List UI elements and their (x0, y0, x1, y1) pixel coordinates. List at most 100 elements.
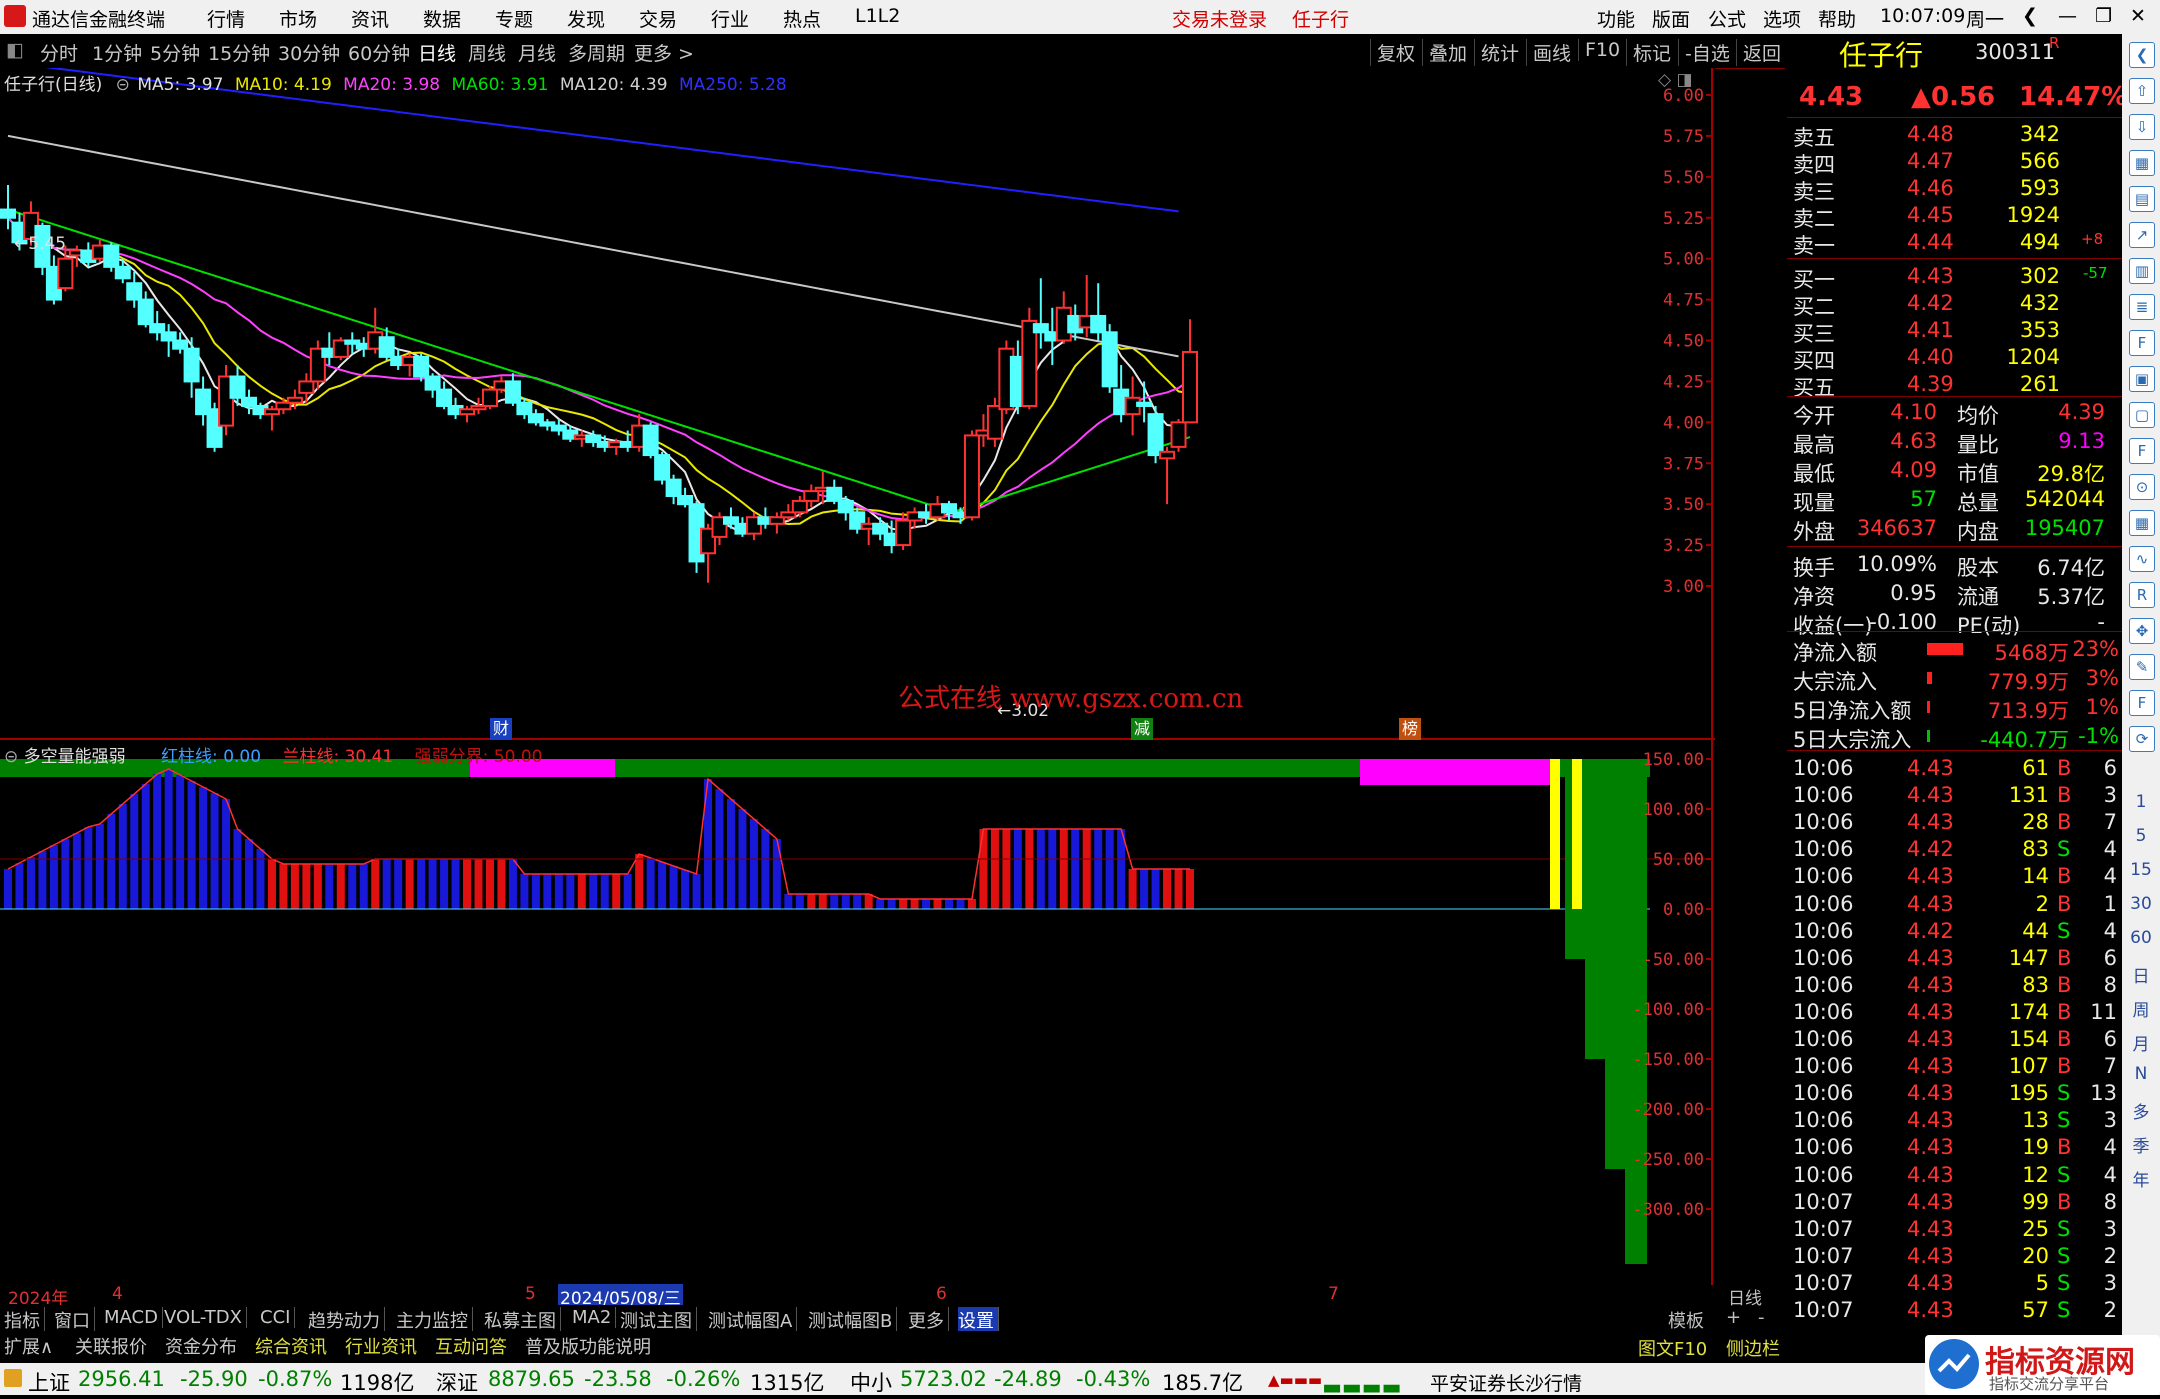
period-tab[interactable]: 5分钟 (150, 39, 200, 66)
indicator-tab[interactable]: MA2 (572, 1307, 617, 1328)
period-tab[interactable]: 分时 (40, 39, 78, 66)
pen-icon[interactable]: ✎ (2129, 654, 2155, 680)
side-period-label[interactable]: 15 (2122, 860, 2160, 880)
f2-icon[interactable]: F (2129, 438, 2155, 464)
restore-icon[interactable]: ❐ (2095, 5, 2112, 27)
news-icon[interactable]: ▢ (2129, 402, 2155, 428)
candlestick-chart[interactable]: 6.005.755.505.255.004.754.504.254.003.75… (0, 68, 1715, 740)
fs-icon[interactable]: F (2129, 690, 2155, 716)
indicator-tab[interactable]: 指标 (4, 1307, 45, 1333)
f10-button[interactable]: F10 (1578, 39, 1620, 61)
legend-toggle-icon[interactable]: ⊝ (116, 75, 130, 95)
period-tab[interactable]: 周线 (468, 39, 506, 66)
extension-tab[interactable]: 综合资讯 (255, 1333, 327, 1359)
menu-item[interactable]: 交易 (639, 5, 677, 32)
extension-tab[interactable]: 扩展∧ (4, 1333, 53, 1359)
extension-tab[interactable]: 资金分布 (165, 1333, 237, 1359)
side-period-label[interactable]: 多 (2122, 1098, 2160, 1123)
period-tab[interactable]: 月线 (518, 39, 556, 66)
overlay-button[interactable]: 叠加 (1422, 39, 1467, 66)
menu-item[interactable]: 行情 (207, 5, 245, 32)
indicator-chart[interactable]: 150.00 100.00 50.00 0.00 -50.00 -100.00 -150.0… (0, 740, 1715, 1285)
trend-icon[interactable]: ↗ (2129, 222, 2155, 248)
menu-help[interactable]: 帮助 (1818, 5, 1856, 32)
menu-function[interactable]: 功能 (1597, 5, 1635, 32)
menu-item[interactable]: L1L2 (855, 5, 900, 27)
indicator-tab[interactable]: 主力监控 (396, 1307, 473, 1333)
menu-options[interactable]: 选项 (1763, 5, 1801, 32)
indicator-tab[interactable]: 设置 (958, 1307, 999, 1333)
indicator-name[interactable]: 多空量能强弱 (24, 747, 126, 767)
table-icon[interactable]: ▤ (2129, 186, 2155, 212)
event-marker[interactable]: 榜 (1399, 718, 1421, 740)
period-tab-selected[interactable]: 日线 (418, 39, 456, 66)
menu-item[interactable]: 数据 (423, 5, 461, 32)
event-marker[interactable]: 财 (490, 718, 512, 740)
side-period-label[interactable]: 30 (2122, 894, 2160, 914)
extension-tab[interactable]: 互动问答 (435, 1333, 507, 1359)
menu-item[interactable]: 专题 (495, 5, 533, 32)
menu-item[interactable]: 热点 (783, 5, 821, 32)
period-tab[interactable]: 1分钟 (92, 39, 142, 66)
f10-icon[interactable]: F (2129, 330, 2155, 356)
down-icon[interactable]: ⇩ (2129, 114, 2155, 140)
candle-icon[interactable]: ▥ (2129, 258, 2155, 284)
sz-name[interactable]: 深证 (436, 1367, 478, 1397)
list-icon[interactable]: ≣ (2129, 294, 2155, 320)
wave-icon[interactable]: ∿ (2129, 546, 2155, 572)
indicator-tab[interactable]: 测试主图 (620, 1307, 697, 1333)
back-icon[interactable]: ❮ (2022, 5, 2038, 27)
side-period-label[interactable]: N (2122, 1064, 2160, 1084)
indicator-tab[interactable]: 测试幅图A (708, 1307, 798, 1333)
mark-button[interactable]: 标记 (1626, 39, 1671, 66)
indicator-tab[interactable]: 趋势动力 (308, 1307, 385, 1333)
indicator-tab[interactable]: MACD (104, 1307, 163, 1328)
extension-tab[interactable]: 关联报价 (75, 1333, 147, 1359)
more-periods[interactable]: 更多 > (634, 39, 694, 66)
indicator-toggle-icon[interactable]: ⊝ (4, 747, 18, 767)
close-icon[interactable]: ✕ (2130, 5, 2146, 27)
side-period-label[interactable]: 5 (2122, 826, 2160, 846)
sh-name[interactable]: 上证 (28, 1367, 70, 1397)
back-button[interactable]: 返回 (1736, 39, 1781, 66)
extension-tab[interactable]: 行业资讯 (345, 1333, 417, 1359)
indicator-tab[interactable]: CCI (260, 1307, 296, 1328)
side-period-label[interactable]: 1 (2122, 792, 2160, 812)
minimize-icon[interactable]: — (2058, 5, 2077, 27)
indicator-tab[interactable]: VOL-TDX (164, 1307, 247, 1328)
adjust-button[interactable]: 复权 (1370, 39, 1415, 66)
chart-tools-icon[interactable]: ◇ ◨ (1658, 70, 1693, 90)
side-period-label[interactable]: 年 (2122, 1166, 2160, 1191)
chart-icon[interactable]: ▦ (2129, 150, 2155, 176)
indicator-tab[interactable]: 私募主图 (484, 1307, 561, 1333)
side-period-label[interactable]: 月 (2122, 1030, 2160, 1055)
template-button[interactable]: 模板 (1668, 1307, 1704, 1333)
zoom-in-button[interactable]: + (1726, 1307, 1741, 1328)
menu-item[interactable]: 市场 (279, 5, 317, 32)
period-tab[interactable]: 15分钟 (208, 39, 270, 66)
indicator-tab[interactable]: 测试幅图B (808, 1307, 898, 1333)
side-period-label[interactable]: 季 (2122, 1132, 2160, 1157)
zx-name[interactable]: 中小 (850, 1367, 892, 1397)
info-icon[interactable]: ⊙ (2129, 474, 2155, 500)
back-icon[interactable]: ❮ (2129, 42, 2155, 68)
period-tab[interactable]: 多周期 (568, 39, 625, 66)
panel-toggle-icon[interactable]: ◧ (6, 39, 24, 61)
period-tab[interactable]: 60分钟 (348, 39, 410, 66)
menu-formula[interactable]: 公式 (1708, 5, 1746, 32)
remove-watch-button[interactable]: -自选 (1678, 39, 1730, 66)
indicator-tab[interactable]: 窗口 (54, 1307, 95, 1333)
side-period-label[interactable]: 周 (2122, 996, 2160, 1021)
side-period-label[interactable]: 日 (2122, 962, 2160, 987)
event-marker[interactable]: 减 (1131, 718, 1153, 740)
menu-layout[interactable]: 版面 (1652, 5, 1690, 32)
cross-icon[interactable]: ✥ (2129, 618, 2155, 644)
menu-item[interactable]: 资讯 (351, 5, 389, 32)
refresh-icon[interactable]: ⟳ (2129, 726, 2155, 752)
indicator-tab[interactable]: 更多 (908, 1307, 949, 1333)
stats-button[interactable]: 统计 (1474, 39, 1519, 66)
extension-tab[interactable]: 普及版功能说明 (525, 1333, 651, 1359)
period-tab[interactable]: 30分钟 (278, 39, 340, 66)
menu-item[interactable]: 发现 (567, 5, 605, 32)
menu-item[interactable]: 行业 (711, 5, 749, 32)
